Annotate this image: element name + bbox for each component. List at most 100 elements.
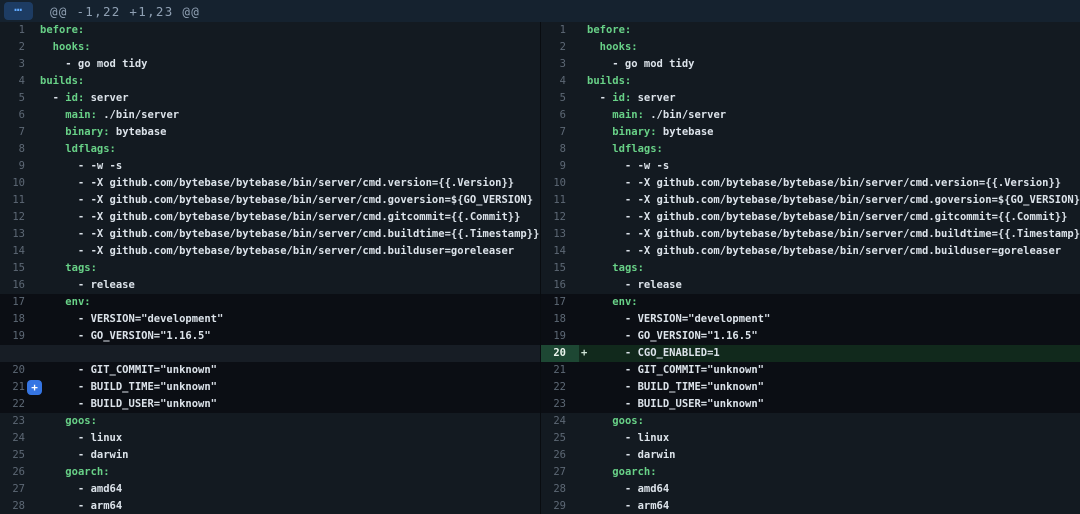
add-comment-button[interactable]: + bbox=[27, 380, 42, 395]
yaml-key: builds: bbox=[587, 75, 631, 87]
yaml-key: ldflags: bbox=[612, 143, 663, 155]
line-number[interactable]: 28 bbox=[541, 481, 579, 498]
line-number[interactable]: 15 bbox=[541, 260, 579, 277]
line-number[interactable]: 21 bbox=[541, 362, 579, 379]
diff-row: 28 - arm64 bbox=[0, 498, 540, 514]
new-file-pane: 1before:2 hooks:3 - go mod tidy4builds:5… bbox=[540, 22, 1080, 514]
line-number[interactable]: 9 bbox=[0, 158, 28, 175]
line-number[interactable]: 4 bbox=[541, 73, 579, 90]
line-number[interactable]: 17 bbox=[0, 294, 28, 311]
code-line: builds: bbox=[579, 73, 1080, 90]
line-number[interactable]: 27 bbox=[0, 481, 28, 498]
line-number[interactable]: 12 bbox=[0, 209, 28, 226]
code-text: - go mod tidy bbox=[587, 58, 694, 70]
line-number[interactable]: 1 bbox=[541, 22, 579, 39]
line-number[interactable]: 11 bbox=[541, 192, 579, 209]
line-number[interactable]: 10 bbox=[0, 175, 28, 192]
line-number[interactable]: 3 bbox=[541, 56, 579, 73]
line-number[interactable]: 18 bbox=[541, 311, 579, 328]
line-number[interactable]: 25 bbox=[541, 430, 579, 447]
yaml-key: binary: bbox=[612, 126, 656, 138]
line-number[interactable]: 23 bbox=[541, 396, 579, 413]
diff-row: 18 - VERSION="development" bbox=[541, 311, 1080, 328]
line-number[interactable]: 15 bbox=[0, 260, 28, 277]
line-number[interactable]: 4 bbox=[0, 73, 28, 90]
line-number[interactable]: 7 bbox=[541, 124, 579, 141]
expand-hunk-icon[interactable]: ⋯ bbox=[4, 2, 33, 20]
yaml-key: before: bbox=[40, 24, 84, 36]
line-number[interactable]: 24 bbox=[0, 430, 28, 447]
code-text: - BUILD_USER="unknown" bbox=[40, 398, 217, 410]
line-number[interactable]: 5 bbox=[0, 90, 28, 107]
yaml-key: goarch: bbox=[612, 466, 656, 478]
line-number[interactable]: 12 bbox=[541, 209, 579, 226]
line-number[interactable]: 29 bbox=[541, 498, 579, 514]
line-number[interactable]: 5 bbox=[541, 90, 579, 107]
yaml-key: ldflags: bbox=[65, 143, 116, 155]
line-number[interactable]: 25 bbox=[0, 447, 28, 464]
code-text bbox=[587, 296, 612, 308]
code-line: - amd64 bbox=[28, 481, 540, 498]
code-text: - -X github.com/bytebase/bytebase/bin/se… bbox=[40, 194, 533, 206]
line-number[interactable]: 3 bbox=[0, 56, 28, 73]
line-number[interactable]: 19 bbox=[541, 328, 579, 345]
line-number[interactable]: 16 bbox=[0, 277, 28, 294]
line-number[interactable]: 8 bbox=[541, 141, 579, 158]
line-number[interactable]: 14 bbox=[0, 243, 28, 260]
line-number[interactable]: 9 bbox=[541, 158, 579, 175]
diff-row: 23 - BUILD_USER="unknown" bbox=[541, 396, 1080, 413]
code-line: - BUILD_TIME="unknown" bbox=[579, 379, 1080, 396]
line-number[interactable]: 10 bbox=[541, 175, 579, 192]
line-number[interactable]: 6 bbox=[0, 107, 28, 124]
line-number[interactable]: 20 bbox=[541, 345, 579, 362]
line-number[interactable]: 13 bbox=[541, 226, 579, 243]
line-number[interactable]: 2 bbox=[0, 39, 28, 56]
code-text: - -X github.com/bytebase/bytebase/bin/se… bbox=[40, 211, 520, 223]
diff-row: 10 - -X github.com/bytebase/bytebase/bin… bbox=[541, 175, 1080, 192]
line-number[interactable]: 11 bbox=[0, 192, 28, 209]
line-number[interactable]: 6 bbox=[541, 107, 579, 124]
yaml-key: env: bbox=[65, 296, 90, 308]
diff-row: 8 ldflags: bbox=[0, 141, 540, 158]
line-number[interactable]: 21 bbox=[0, 379, 28, 396]
code-line: - GIT_COMMIT="unknown" bbox=[28, 362, 540, 379]
line-number[interactable]: 22 bbox=[541, 379, 579, 396]
code-text: - BUILD_TIME="unknown" bbox=[40, 381, 217, 393]
line-number[interactable]: 19 bbox=[0, 328, 28, 345]
line-number[interactable]: 23 bbox=[0, 413, 28, 430]
code-line: - release bbox=[28, 277, 540, 294]
code-text bbox=[40, 126, 65, 138]
code-line: before: bbox=[579, 22, 1080, 39]
line-number[interactable]: 7 bbox=[0, 124, 28, 141]
line-number[interactable]: 22 bbox=[0, 396, 28, 413]
diff-panes: 1before:2 hooks:3 - go mod tidy4builds:5… bbox=[0, 22, 1080, 514]
diff-row: 25 - darwin bbox=[0, 447, 540, 464]
code-line: - id: server bbox=[28, 90, 540, 107]
code-text: - -X github.com/bytebase/bytebase/bin/se… bbox=[587, 177, 1061, 189]
code-text: - GIT_COMMIT="unknown" bbox=[40, 364, 217, 376]
line-number[interactable]: 26 bbox=[0, 464, 28, 481]
line-number[interactable]: 26 bbox=[541, 447, 579, 464]
line-number[interactable]: 18 bbox=[0, 311, 28, 328]
diff-row: 6 main: ./bin/server bbox=[541, 107, 1080, 124]
code-text: server bbox=[84, 92, 128, 104]
line-number[interactable]: 2 bbox=[541, 39, 579, 56]
diff-row: 3 - go mod tidy bbox=[541, 56, 1080, 73]
code-line: - -X github.com/bytebase/bytebase/bin/se… bbox=[28, 175, 540, 192]
line-number[interactable]: 28 bbox=[0, 498, 28, 514]
yaml-key: main: bbox=[612, 109, 644, 121]
line-number[interactable]: 20 bbox=[0, 362, 28, 379]
code-text: bytebase bbox=[110, 126, 167, 138]
line-number[interactable]: 14 bbox=[541, 243, 579, 260]
line-number[interactable]: 8 bbox=[0, 141, 28, 158]
line-number[interactable]: 16 bbox=[541, 277, 579, 294]
code-text: - bbox=[587, 92, 612, 104]
line-number[interactable]: 27 bbox=[541, 464, 579, 481]
code-line: binary: bytebase bbox=[28, 124, 540, 141]
code-text: - -X github.com/bytebase/bytebase/bin/se… bbox=[587, 194, 1080, 206]
code-text bbox=[40, 41, 53, 53]
line-number[interactable]: 24 bbox=[541, 413, 579, 430]
line-number[interactable]: 17 bbox=[541, 294, 579, 311]
line-number[interactable]: 13 bbox=[0, 226, 28, 243]
line-number[interactable]: 1 bbox=[0, 22, 28, 39]
